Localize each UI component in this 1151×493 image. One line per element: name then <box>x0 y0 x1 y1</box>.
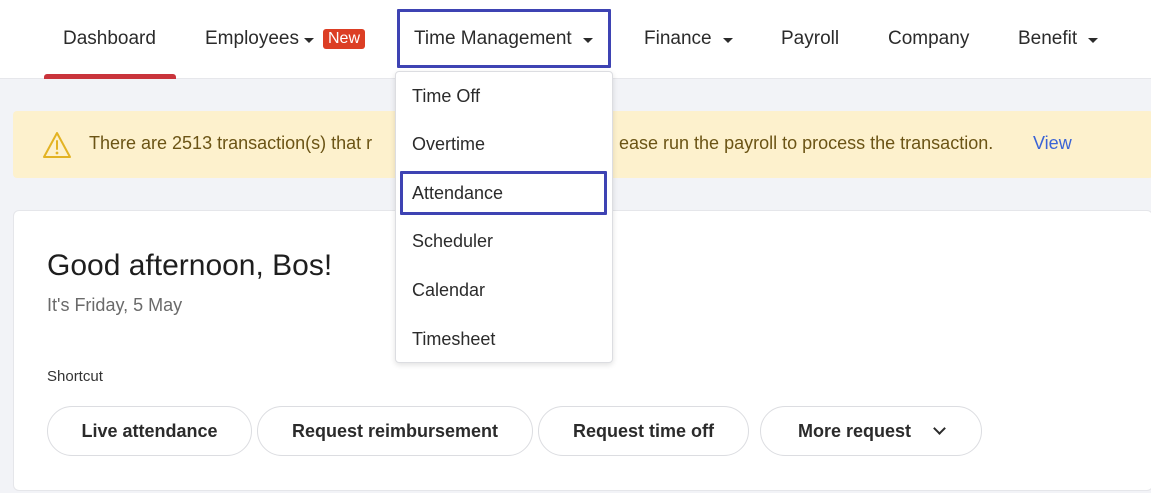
menu-item-calendar[interactable]: Calendar <box>396 268 612 312</box>
request-time-off-button[interactable]: Request time off <box>538 406 749 456</box>
request-reimbursement-button[interactable]: Request reimbursement <box>257 406 533 456</box>
caret-down-icon <box>1088 37 1099 43</box>
active-tab-indicator <box>44 74 176 79</box>
menu-item-overtime[interactable]: Overtime <box>396 122 612 166</box>
menu-item-timesheet[interactable]: Timesheet <box>396 317 612 361</box>
alert-message-continued: ease run the payroll to process the tran… <box>619 133 994 153</box>
caret-down-icon <box>582 37 593 43</box>
menu-item-attendance[interactable]: Attendance <box>396 171 612 215</box>
top-navigation: Dashboard Employees New Time Management … <box>0 0 1151 79</box>
menu-item-label: Time Off <box>412 85 481 106</box>
chevron-down-icon <box>933 422 946 435</box>
alert-message: There are 2513 transaction(s) that r <box>89 133 373 153</box>
menu-item-label: Calendar <box>412 279 486 300</box>
nav-time-management[interactable]: Time Management <box>414 0 593 78</box>
nav-dashboard[interactable]: Dashboard <box>63 0 156 78</box>
nav-time-management-label: Time Management <box>414 28 572 49</box>
more-request-button[interactable]: More request <box>760 406 982 456</box>
nav-finance[interactable]: Finance <box>644 0 733 78</box>
request-reimbursement-label: Request reimbursement <box>291 420 499 441</box>
greeting-title: Good afternoon, Bos! <box>47 249 333 282</box>
nav-benefit[interactable]: Benefit <box>1018 0 1099 78</box>
caret-down-icon <box>304 37 314 43</box>
live-attendance-button[interactable]: Live attendance <box>47 406 252 456</box>
alert-view-link[interactable]: View <box>1033 133 1072 154</box>
caret-down-icon <box>722 37 733 43</box>
live-attendance-label: Live attendance <box>81 420 218 441</box>
time-management-menu: Time Off Overtime Attendance Scheduler C… <box>395 71 613 363</box>
menu-item-time-off[interactable]: Time Off <box>396 74 612 118</box>
nav-company[interactable]: Company <box>888 0 969 78</box>
request-time-off-label: Request time off <box>572 420 714 441</box>
menu-item-label: Scheduler <box>412 230 494 251</box>
shortcut-heading: Shortcut <box>47 368 103 385</box>
menu-item-label: Attendance <box>412 182 504 203</box>
warning-triangle-icon <box>42 131 72 164</box>
nav-employees-label: Employees <box>205 28 299 49</box>
new-badge: New <box>323 29 366 49</box>
nav-dashboard-label: Dashboard <box>63 28 156 49</box>
more-request-label: More request <box>797 420 912 441</box>
date-subtitle: It's Friday, 5 May <box>47 295 183 315</box>
menu-item-scheduler[interactable]: Scheduler <box>396 219 612 263</box>
menu-item-label: Overtime <box>412 133 486 154</box>
nav-payroll[interactable]: Payroll <box>781 0 839 78</box>
menu-item-label: Timesheet <box>412 328 496 349</box>
nav-payroll-label: Payroll <box>781 28 840 49</box>
nav-benefit-label: Benefit <box>1018 28 1078 49</box>
nav-employees[interactable]: Employees New <box>205 0 366 78</box>
nav-company-label: Company <box>888 28 970 49</box>
nav-finance-label: Finance <box>644 28 712 49</box>
